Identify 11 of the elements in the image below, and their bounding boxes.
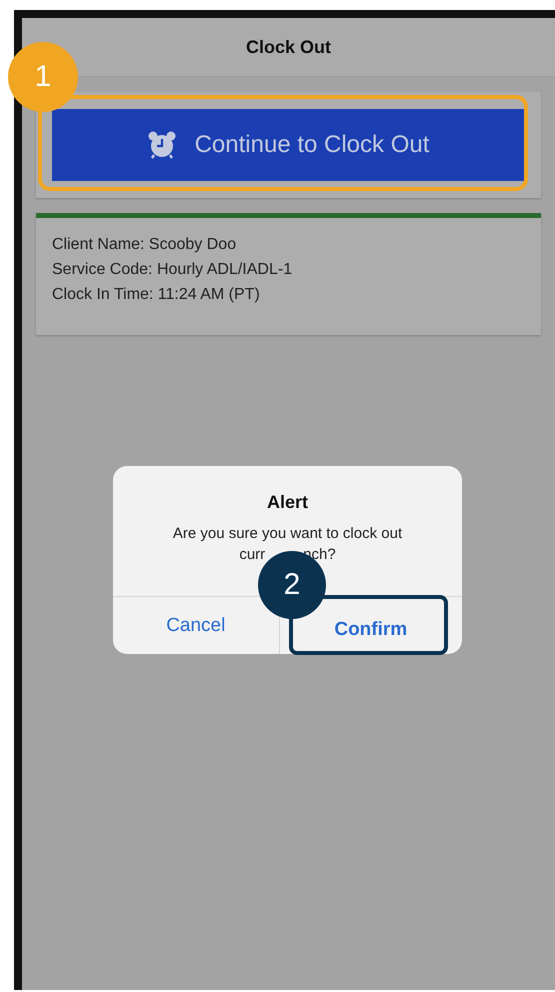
clock-out-button[interactable]: Continue to Clock Out	[52, 109, 524, 181]
alert-message: curr	[239, 546, 266, 563]
alert-title: Alert	[266, 492, 308, 513]
confirm-button[interactable]: Confirm	[332, 616, 410, 642]
visit-detail: Service Code: Hourly ADL/IADL-1	[52, 261, 294, 279]
visit-detail: Client Name: Scooby Doo	[52, 236, 238, 254]
cancel-button[interactable]: Cancel	[164, 612, 228, 638]
alert-message: Are you sure you want to clock out	[172, 525, 402, 542]
screen-title: Clock Out	[246, 36, 331, 58]
visit-detail: Clock In Time: 11:24 AM (PT)	[52, 286, 261, 304]
alarm-clock-icon	[146, 131, 177, 159]
